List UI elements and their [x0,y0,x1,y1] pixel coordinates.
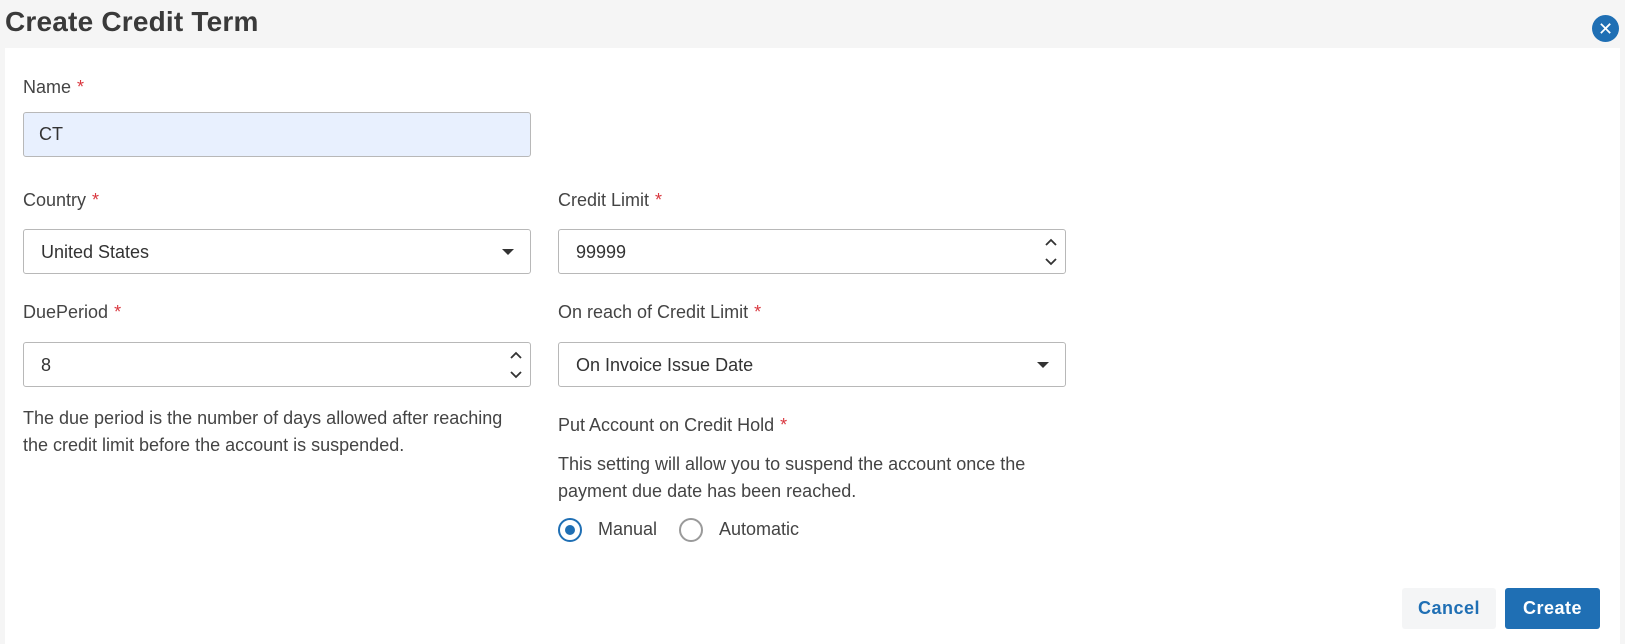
credit-limit-value: 99999 [576,242,627,262]
due-period-label: DuePeriod * [23,302,121,323]
due-period-help-line-2: the credit limit before the account is s… [23,435,405,455]
decrement-button[interactable] [508,367,524,383]
credit-hold-required-mark: * [780,415,788,435]
country-select[interactable]: United States [23,229,531,274]
due-period-input[interactable]: 8 [23,342,531,387]
dialog-title: Create Credit Term [5,6,259,37]
due-period-help: The due period is the number of days all… [23,405,543,459]
due-period-value: 8 [41,355,52,375]
decrement-button[interactable] [1043,254,1059,270]
chevron-down-icon [502,249,514,255]
chevron-up-icon [1045,238,1057,246]
credit-limit-spinner [1043,234,1059,270]
due-period-label-text: DuePeriod [23,302,109,322]
on-reach-label: On reach of Credit Limit * [558,302,761,323]
credit-hold-help: This setting will allow you to suspend t… [558,451,1078,505]
country-select-value: United States [41,242,150,262]
increment-button[interactable] [1043,234,1059,250]
cancel-button[interactable]: Cancel [1402,588,1496,629]
country-label: Country * [23,190,99,211]
credit-hold-label: Put Account on Credit Hold * [558,415,787,436]
credit-hold-help-line-1: This setting will allow you to suspend t… [558,454,1026,474]
radio-automatic-label[interactable]: Automatic [719,519,799,540]
chevron-down-icon [1045,258,1057,266]
dialog-header: Create Credit Term ✕ [0,0,1625,48]
on-reach-required-mark: * [754,302,762,322]
on-reach-label-text: On reach of Credit Limit [558,302,749,322]
chevron-down-icon [510,371,522,379]
credit-limit-label-text: Credit Limit [558,190,650,210]
credit-hold-help-line-2: payment due date has been reached. [558,481,857,501]
name-input[interactable] [23,112,531,157]
due-period-help-line-1: The due period is the number of days all… [23,408,503,428]
create-button[interactable]: Create [1505,588,1600,629]
credit-hold-label-text: Put Account on Credit Hold [558,415,775,435]
credit-limit-label: Credit Limit * [558,190,662,211]
close-icon: ✕ [1597,18,1614,39]
close-button[interactable]: ✕ [1592,15,1619,42]
radio-manual-label[interactable]: Manual [598,519,657,540]
chevron-up-icon [510,351,522,359]
form-panel: Name* Country* United States Credit Limi… [5,48,1620,644]
country-label-text: Country [23,190,87,210]
radio-manual[interactable] [558,518,582,542]
name-label: Name * [23,77,84,98]
credit-limit-required-mark: * [655,190,663,210]
radio-automatic[interactable] [679,518,703,542]
increment-button[interactable] [508,347,524,363]
credit-limit-input[interactable]: 99999 [558,229,1066,274]
due-period-required-mark: * [114,302,122,322]
name-required-mark: * [77,77,85,97]
due-period-spinner [508,347,524,383]
on-reach-select-value: On Invoice Issue Date [576,355,754,375]
on-reach-select[interactable]: On Invoice Issue Date [558,342,1066,387]
chevron-down-icon [1037,362,1049,368]
country-required-mark: * [92,190,100,210]
name-label-text: Name [23,77,72,97]
